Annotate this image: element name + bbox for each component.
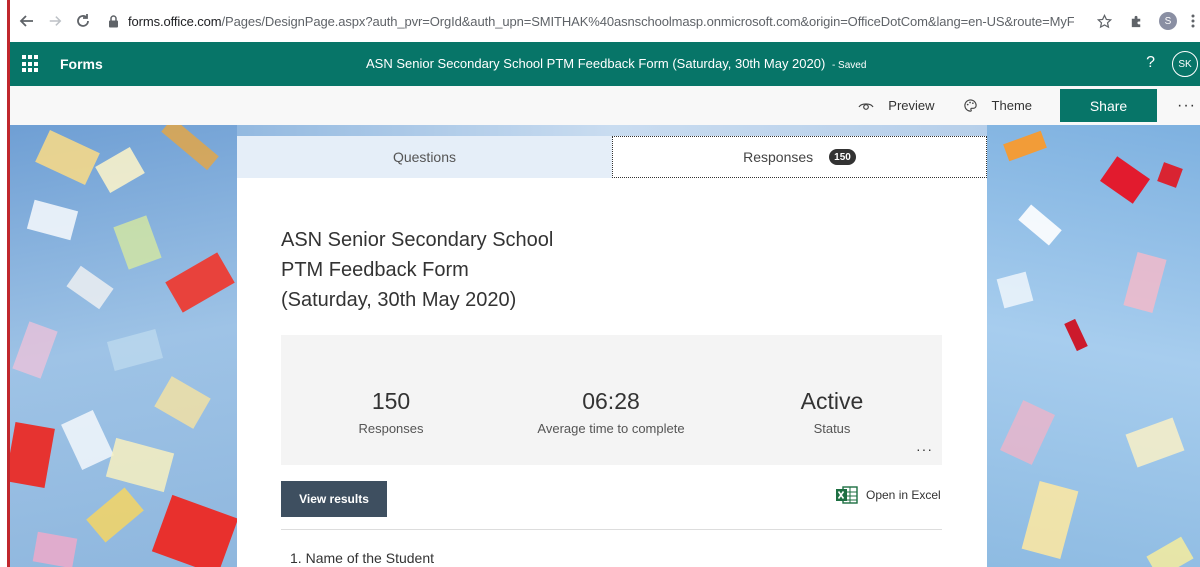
help-icon[interactable]: ? [1146,54,1155,72]
user-avatar[interactable]: SK [1172,51,1198,77]
form-title-line-2: PTM Feedback Form [281,259,469,281]
saved-status: - Saved [831,60,867,71]
status-label: Status [813,421,851,436]
open-in-excel-label: Open in Excel [866,488,941,502]
status-value: Active [800,388,864,414]
more-options-icon[interactable]: ··· [1177,97,1196,115]
palette-icon [963,99,977,112]
tab-responses[interactable]: Responses 150 [612,136,987,178]
tab-bar: Questions Responses 150 [237,136,987,178]
profile-avatar[interactable]: S [1154,7,1182,35]
question-text: Name of the Student [305,550,434,566]
preview-label: Preview [888,98,935,113]
tab-responses-label: Responses [743,149,814,165]
share-button[interactable]: Share [1060,89,1158,122]
eye-icon [858,102,874,110]
back-arrow-icon[interactable] [16,10,38,32]
question-item[interactable]: 1. Name of the Student [290,550,434,566]
tab-questions-label: Questions [392,149,457,165]
bookmark-star-icon[interactable] [1090,7,1118,35]
question-number: 1. [290,550,302,566]
responses-stat: 150 Responses [291,388,491,436]
profile-initial: S [1159,12,1177,30]
browser-toolbar: forms.office.com/Pages/DesignPage.aspx?a… [10,0,1200,42]
browser-menu-icon[interactable] [1186,7,1200,35]
excel-icon [836,486,858,504]
open-in-excel-link[interactable]: Open in Excel [836,485,941,505]
command-bar: Preview Theme Share ··· [10,86,1200,125]
responses-count-badge: 150 [829,149,856,165]
form-title-header: ASN Senior Secondary School PTM Feedback… [366,42,866,86]
theme-button[interactable]: Theme [963,98,1032,113]
reload-icon[interactable] [72,10,94,32]
lock-icon[interactable] [106,14,120,28]
extensions-puzzle-icon[interactable] [1122,7,1150,35]
url-host: forms.office.com [128,13,222,29]
app-launcher-icon[interactable] [22,55,40,73]
address-bar[interactable]: forms.office.com/Pages/DesignPage.aspx?a… [128,14,1074,29]
form-title: ASN Senior Secondary School PTM Feedback… [281,225,553,315]
average-time-value: 06:28 [582,388,640,414]
status-stat: Active Status [732,388,932,436]
theme-label: Theme [991,98,1033,113]
forms-app-bar: Forms ASN Senior Secondary School PTM Fe… [10,42,1200,86]
form-title-line-3: (Saturday, 30th May 2020) [281,289,517,311]
tab-questions[interactable]: Questions [237,136,612,178]
preview-button[interactable]: Preview [858,98,935,113]
form-title-text: ASN Senior Secondary School PTM Feedback… [366,56,826,71]
summary-more-options-icon[interactable]: ··· [916,442,933,456]
window-edge [0,0,10,567]
app-name[interactable]: Forms [60,56,103,72]
responses-label: Responses [358,421,424,436]
responses-value: 150 [371,388,411,414]
average-time-stat: 06:28 Average time to complete [511,388,711,436]
average-time-label: Average time to complete [537,421,685,436]
form-title-line-1: ASN Senior Secondary School [281,229,554,251]
url-path: /Pages/DesignPage.aspx?auth_pvr=OrgId&au… [221,13,1074,29]
response-summary-panel: 150 Responses 06:28 Average time to comp… [281,335,942,465]
section-divider [281,529,942,530]
view-results-button[interactable]: View results [281,481,387,517]
forward-arrow-icon[interactable] [44,10,66,32]
